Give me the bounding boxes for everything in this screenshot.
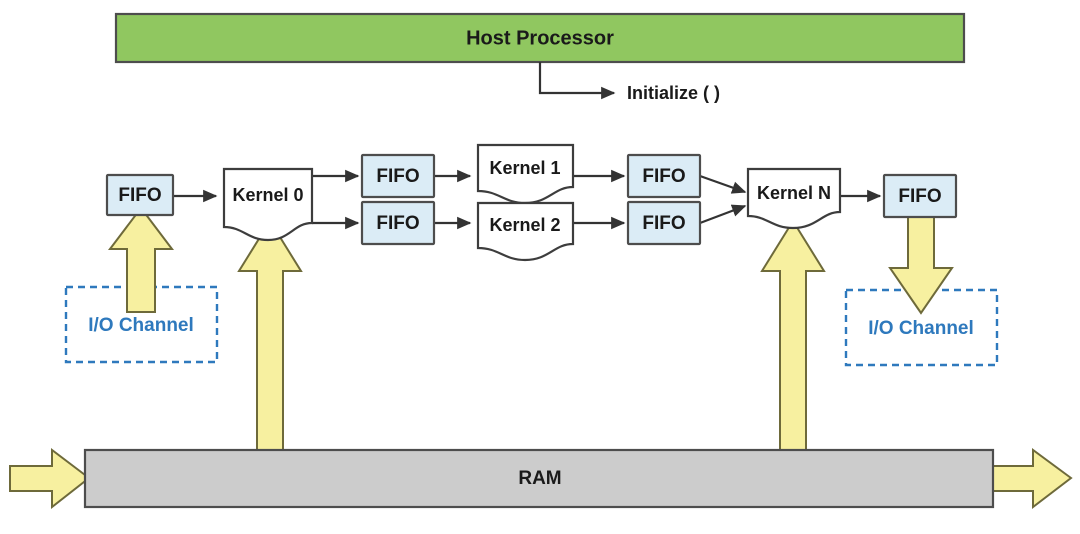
diagram-canvas: Host Processor Initialize ( ) I/O Channe… xyxy=(9,12,1073,510)
kernel-n-label: Kernel N xyxy=(757,183,831,203)
dataflow-diagram: Host Processor Initialize ( ) I/O Channe… xyxy=(0,0,1080,534)
kernel-2-label: Kernel 2 xyxy=(489,215,560,235)
arrow-down-fifo-to-io xyxy=(888,214,954,315)
initialize-label: Initialize ( ) xyxy=(627,83,720,103)
kernel-n[interactable]: Kernel N xyxy=(746,167,842,230)
fifo-input[interactable]: FIFO xyxy=(105,173,175,217)
fifo-k2-out[interactable]: FIFO xyxy=(626,200,702,246)
kernel-0-label: Kernel 0 xyxy=(232,185,303,205)
arrow-right-ram-out xyxy=(990,448,1073,510)
io-channel-left-label: I/O Channel xyxy=(88,315,194,336)
host-processor-block[interactable]: Host Processor xyxy=(114,12,966,64)
kernel-1-label: Kernel 1 xyxy=(489,158,560,178)
fifo-k0-top-label: FIFO xyxy=(376,166,419,187)
fifo-k2-out-label: FIFO xyxy=(642,213,685,234)
fifo-k0-bottom[interactable]: FIFO xyxy=(360,200,436,246)
arrow-up-io-to-fifo xyxy=(107,206,175,313)
ram-label: RAM xyxy=(518,468,561,489)
arrow-up-ram-to-kernel0 xyxy=(237,219,303,458)
arrow-up-icon xyxy=(237,219,303,458)
connector-fifo-top-to-kerneln xyxy=(699,174,747,194)
kernel-1[interactable]: Kernel 1 xyxy=(476,143,575,205)
initialize-connector-line xyxy=(538,62,616,100)
initialize-callout: Initialize ( ) xyxy=(538,62,720,103)
ram-block[interactable]: RAM xyxy=(83,448,995,509)
io-channel-right-label: I/O Channel xyxy=(868,318,974,339)
fifo-output-label: FIFO xyxy=(898,186,941,207)
fifo-output[interactable]: FIFO xyxy=(882,173,958,219)
connector-fifo-bottom-to-kerneln xyxy=(699,204,747,225)
fifo-input-label: FIFO xyxy=(118,185,161,206)
arrow-up-icon xyxy=(107,206,175,313)
fifo-k0-bottom-label: FIFO xyxy=(376,213,419,234)
fifo-k1-out-label: FIFO xyxy=(642,166,685,187)
arrow-right-ram-in xyxy=(9,447,91,510)
arrow-up-icon xyxy=(760,219,826,458)
kernel-2[interactable]: Kernel 2 xyxy=(476,201,575,262)
fifo-k0-top[interactable]: FIFO xyxy=(360,153,436,199)
host-processor-label: Host Processor xyxy=(466,27,614,49)
fifo-k1-out[interactable]: FIFO xyxy=(626,153,702,199)
kernel-0[interactable]: Kernel 0 xyxy=(222,167,314,242)
arrow-right-icon xyxy=(9,447,91,510)
arrow-down-icon xyxy=(888,214,954,315)
arrow-up-ram-to-kerneln xyxy=(760,219,826,458)
arrow-right-icon xyxy=(990,448,1073,510)
